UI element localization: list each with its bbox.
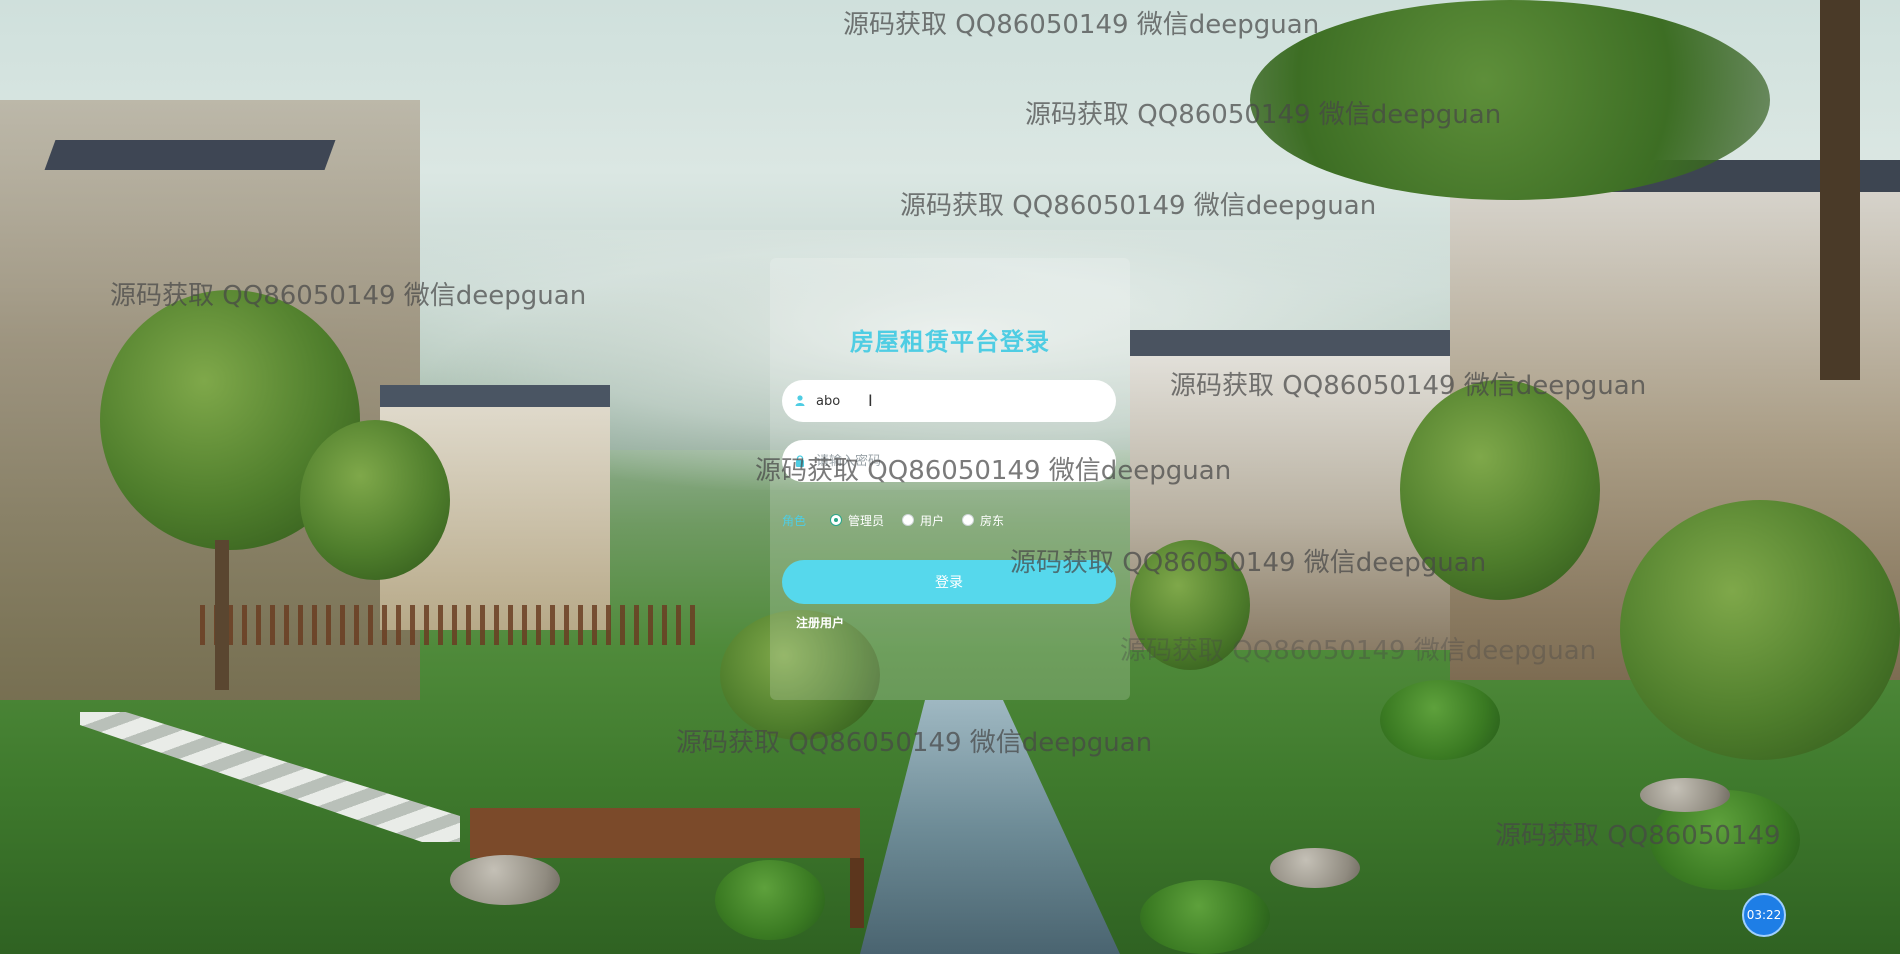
- username-field[interactable]: [782, 380, 1116, 422]
- background-deck: [470, 808, 860, 858]
- background-stairs: [80, 712, 460, 842]
- background-fence: [200, 605, 700, 645]
- text-cursor-icon: I: [868, 393, 873, 409]
- background-tree: [1620, 500, 1900, 760]
- background-tree-trunk: [1820, 0, 1860, 380]
- username-input[interactable]: [816, 393, 1076, 409]
- login-page: 源码获取 QQ86050149 微信deepguan 源码获取 QQ860501…: [0, 0, 1900, 954]
- role-selector: 角色 管理员 用户 房东: [782, 510, 1116, 530]
- role-radio-user[interactable]: [902, 514, 915, 526]
- background-bush: [1380, 680, 1500, 760]
- background-rock: [450, 855, 560, 905]
- role-radio-admin[interactable]: [830, 514, 843, 526]
- background-rock: [1270, 848, 1360, 888]
- background-bush: [715, 860, 825, 940]
- login-button[interactable]: 登录: [782, 560, 1116, 604]
- lock-icon: [794, 455, 806, 467]
- background-roof-middle: [380, 385, 610, 407]
- background-tree-trunk: [215, 540, 229, 690]
- background-river: [860, 700, 1120, 954]
- timer-badge[interactable]: 03:22: [1742, 893, 1786, 937]
- watermark-text: 源码获取 QQ86050149 微信deepguan: [900, 191, 1377, 221]
- watermark-text: 源码获取 QQ86050149 微信deepguan: [843, 10, 1320, 40]
- register-link[interactable]: 注册用户: [796, 614, 844, 631]
- user-icon: [794, 395, 806, 407]
- login-title: 房屋租赁平台登录: [850, 328, 1050, 356]
- background-rock: [1640, 778, 1730, 812]
- background-roof-left: [44, 140, 336, 170]
- password-input[interactable]: [816, 453, 1076, 469]
- role-option-label[interactable]: 管理员: [848, 512, 884, 529]
- background-tree: [300, 420, 450, 580]
- background-bush: [1140, 880, 1270, 954]
- login-panel: 房屋租赁平台登录 I 角色 管理员: [770, 258, 1130, 700]
- role-radio-landlord[interactable]: [962, 514, 975, 526]
- background-tree-canopy: [1250, 0, 1770, 200]
- background-tree: [1130, 540, 1250, 670]
- background-deck-post: [850, 858, 864, 928]
- background-roof-right: [1130, 330, 1490, 356]
- background-tree: [1400, 380, 1600, 600]
- role-option-label[interactable]: 用户: [920, 512, 944, 529]
- role-option-label[interactable]: 房东: [980, 512, 1004, 529]
- role-label: 角色: [782, 513, 807, 528]
- password-field[interactable]: [782, 440, 1116, 482]
